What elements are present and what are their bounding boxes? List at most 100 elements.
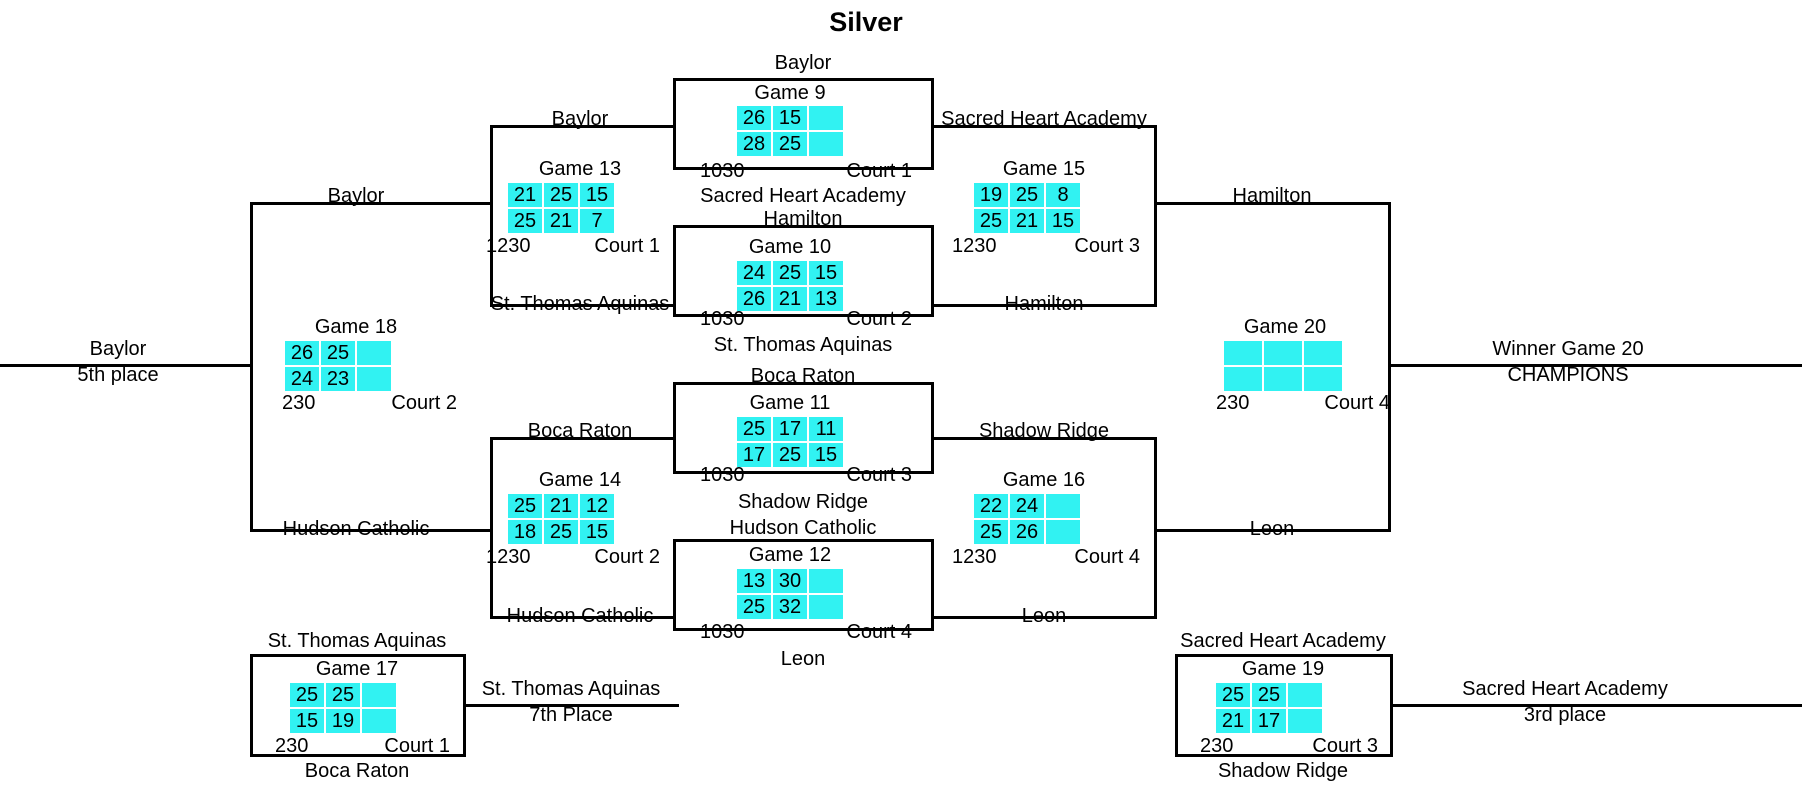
score-cell: 15 (773, 106, 807, 130)
score-cell: 25 (773, 132, 807, 156)
score-cell: 15 (580, 183, 614, 207)
game-13-court: Court 1 (594, 235, 660, 257)
score-cell (1224, 341, 1262, 365)
game-12-court: Court 4 (846, 621, 912, 643)
game-9-top-edge (673, 78, 933, 81)
score-cell (1224, 367, 1262, 391)
game-13-bottom-team: St. Thomas Aquinas (490, 293, 670, 315)
score-cell: 32 (773, 595, 807, 619)
game-19-label: Game 19 (1241, 658, 1325, 680)
game-9-bottom-team: Sacred Heart Academy (700, 185, 906, 207)
score-cell: 25 (773, 261, 807, 285)
score-cell: 21 (1216, 709, 1250, 733)
game-20-bottom-team: Leon (1249, 518, 1295, 540)
score-cell: 25 (326, 683, 360, 707)
game-16-label: Game 16 (1002, 469, 1086, 491)
game-19-time: 230 (1200, 735, 1234, 757)
game-10-court: Court 2 (846, 308, 912, 330)
game-14-court: Court 2 (594, 546, 660, 568)
score-cell (362, 683, 396, 707)
champion-label: CHAMPIONS (1507, 364, 1629, 386)
score-cell (1264, 341, 1302, 365)
game-17-top-team: St. Thomas Aquinas (267, 630, 447, 652)
score-cell (1288, 683, 1322, 707)
game-13-top-edge (490, 125, 676, 128)
score-cell: 21 (544, 209, 578, 233)
score-cell: 25 (737, 595, 771, 619)
game-18-bottom-team: Hudson Catholic (282, 518, 430, 540)
score-cell: 30 (773, 569, 807, 593)
game-17-bottom-team: Boca Raton (304, 760, 410, 782)
score-cell: 25 (773, 443, 807, 467)
game-14-time: 1230 (486, 546, 531, 568)
game-11-scores: 25 17 11 17 25 15 (737, 417, 843, 467)
game-14-scores: 25 21 12 18 25 15 (508, 494, 614, 544)
game-14-left-edge (490, 437, 493, 619)
score-cell: 15 (580, 520, 614, 544)
fifth-place-label: 5th place (77, 364, 159, 386)
score-cell: 17 (1252, 709, 1286, 733)
score-cell: 24 (1010, 494, 1044, 518)
game-14-bottom-team: Hudson Catholic (506, 605, 654, 627)
seventh-place-team: St. Thomas Aquinas (481, 678, 661, 700)
score-cell: 15 (809, 443, 843, 467)
game-20-court: Court 4 (1324, 392, 1390, 414)
game-19-left-edge (1175, 654, 1178, 757)
game-15-time: 1230 (952, 235, 997, 257)
game-19-court: Court 3 (1312, 735, 1378, 757)
score-cell: 25 (321, 341, 355, 365)
score-cell (809, 132, 843, 156)
game-12-time: 1030 (700, 621, 745, 643)
score-cell (1046, 494, 1080, 518)
game-18-left-edge (250, 202, 253, 532)
game-20-scores (1224, 341, 1342, 391)
game-10-time: 1030 (700, 308, 745, 330)
score-cell (1288, 709, 1322, 733)
game-11-top-edge (673, 382, 933, 385)
score-cell: 25 (1252, 683, 1286, 707)
score-cell (362, 709, 396, 733)
score-cell: 13 (737, 569, 771, 593)
game-17-top-edge (250, 654, 466, 657)
game-16-court: Court 4 (1074, 546, 1140, 568)
score-cell (357, 367, 391, 391)
score-cell: 25 (1010, 183, 1044, 207)
score-cell: 21 (544, 494, 578, 518)
score-cell: 7 (580, 209, 614, 233)
game-9-left-edge (673, 78, 676, 170)
game-18-time: 230 (282, 392, 316, 414)
third-place-label: 3rd place (1523, 704, 1607, 726)
score-cell (357, 341, 391, 365)
game-18-court: Court 2 (391, 392, 457, 414)
game-15-scores: 19 25 8 25 21 15 (974, 183, 1080, 233)
game-12-scores: 13 30 25 32 (737, 569, 843, 619)
game-16-right-edge (1154, 437, 1157, 619)
game-15-court: Court 3 (1074, 235, 1140, 257)
score-cell: 18 (508, 520, 542, 544)
game-9-right-edge (931, 78, 934, 170)
game-9-scores: 26 15 28 25 (737, 106, 843, 156)
score-cell (809, 569, 843, 593)
game-11-left-edge (673, 382, 676, 474)
game-10-label: Game 10 (748, 236, 832, 258)
game-11-bottom-team: Shadow Ridge (737, 491, 869, 513)
score-cell: 26 (285, 341, 319, 365)
score-cell: 25 (508, 209, 542, 233)
score-cell: 19 (326, 709, 360, 733)
score-cell: 25 (290, 683, 324, 707)
game-11-label: Game 11 (749, 392, 831, 414)
game-12-bottom-team: Leon (780, 648, 826, 670)
game-15-label: Game 15 (1002, 158, 1086, 180)
score-cell: 23 (321, 367, 355, 391)
game-16-scores: 22 24 25 26 (974, 494, 1080, 544)
score-cell: 25 (974, 209, 1008, 233)
game-10-scores: 24 25 15 26 21 13 (737, 261, 843, 311)
game-20-right-edge (1388, 202, 1391, 532)
game-12-top-team: Hudson Catholic (729, 517, 877, 539)
score-cell: 26 (737, 106, 771, 130)
score-cell: 25 (544, 520, 578, 544)
game-10-bottom-team: St. Thomas Aquinas (713, 334, 893, 356)
game-11-court: Court 3 (846, 464, 912, 486)
score-cell: 19 (974, 183, 1008, 207)
game-15-top-edge (931, 125, 1157, 128)
